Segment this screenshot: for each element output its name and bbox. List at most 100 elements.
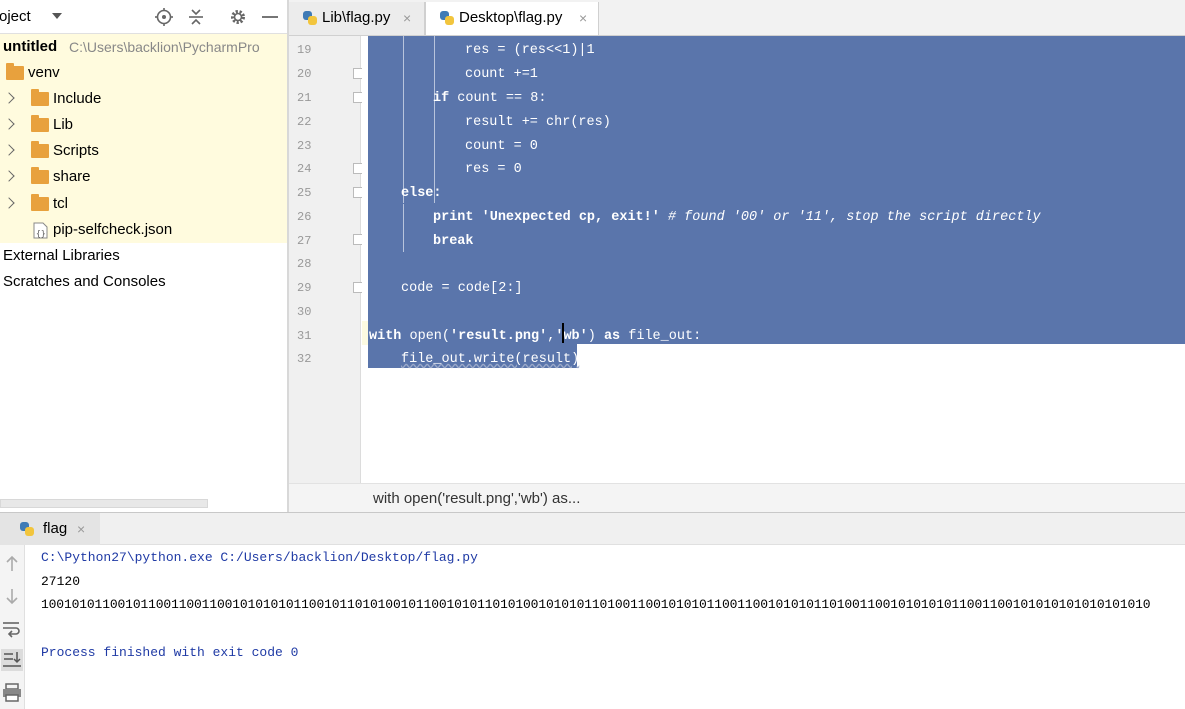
line-number: 28	[297, 257, 312, 271]
chevron-right-icon[interactable]	[3, 118, 15, 130]
tree-item-label: Scripts	[53, 142, 99, 159]
code-editor[interactable]: res = (res<<1)|1 count +=1 if count == 8…	[362, 36, 1185, 483]
string-literal: 'Unexpected cp, exit!'	[473, 210, 660, 225]
horizontal-scrollbar[interactable]	[0, 499, 208, 508]
chevron-right-icon[interactable]	[3, 197, 15, 209]
console-line: C:\Python27\python.exe C:/Users/backlion…	[41, 550, 478, 565]
code-line-27: break	[433, 234, 474, 249]
python-file-icon	[303, 11, 317, 25]
code-line-23: count = 0	[465, 139, 538, 154]
tab-lib-flag[interactable]: Lib\flag.py ×	[289, 2, 425, 35]
keyword: as	[603, 329, 621, 344]
tree-item-scripts[interactable]: Scripts	[0, 138, 287, 164]
editor-tabbar: Lib\flag.py × Desktop\flag.py ×	[289, 0, 1185, 36]
chevron-down-icon[interactable]	[52, 13, 62, 19]
python-file-icon	[440, 11, 454, 25]
code-text: count == 8:	[449, 91, 547, 106]
code-line-22: result += chr(res)	[465, 115, 611, 130]
indent-guide	[403, 36, 404, 203]
print-icon[interactable]	[1, 681, 23, 703]
tree-item-label: pip-selfcheck.json	[53, 221, 173, 238]
tree-item-label: Scratches and Consoles	[3, 273, 166, 290]
close-icon[interactable]: ×	[403, 2, 411, 34]
root-path: C:\Users\backlion\PycharmPro	[69, 39, 260, 55]
tree-item-include[interactable]: Include	[0, 86, 287, 112]
code-comment: # found '00' or '11', stop the script di…	[659, 210, 1041, 225]
arrow-up-icon[interactable]	[1, 553, 23, 575]
tab-label: Desktop\flag.py	[459, 9, 563, 26]
tree-item-label: venv	[28, 64, 60, 81]
tree-item-venv[interactable]: venv	[0, 60, 287, 86]
tree-item-tcl[interactable]: tcl	[0, 191, 287, 217]
tab-label: Lib\flag.py	[322, 9, 391, 26]
tree-item-lib[interactable]: Lib	[0, 112, 287, 138]
python-file-icon	[20, 522, 34, 536]
breadcrumb[interactable]: with open('result.png','wb') as...	[373, 490, 580, 507]
code-line-29: code = code[2:]	[401, 281, 523, 296]
folder-icon	[31, 115, 49, 132]
console-line: 1001010110010110011001100101010101100101…	[41, 597, 1151, 612]
keyword: print	[433, 210, 474, 225]
line-number-gutter: 19 20 21 22 23 24 25 26 27 28 29 30 31 3…	[289, 36, 364, 483]
code-line-20: count +=1	[465, 67, 538, 82]
line-number: 25	[297, 186, 312, 200]
project-tree: untitled C:\Users\backlion\PycharmPro ve…	[0, 34, 287, 512]
collapse-all-icon[interactable]	[186, 7, 206, 27]
locate-icon[interactable]	[154, 7, 174, 27]
tree-item-share[interactable]: share	[0, 164, 287, 190]
line-number: 30	[297, 305, 312, 319]
tree-item-pip-selfcheck[interactable]: {} pip-selfcheck.json	[0, 217, 287, 243]
indent-guide	[434, 36, 435, 203]
run-toolbar	[0, 545, 25, 709]
folder-icon	[31, 141, 49, 158]
close-icon[interactable]: ×	[579, 2, 587, 34]
line-number: 32	[297, 352, 312, 366]
code-text: )	[587, 329, 604, 344]
console-line: Process finished with exit code 0	[41, 645, 299, 660]
gear-icon[interactable]	[228, 7, 248, 27]
line-number: 24	[297, 162, 312, 176]
code-line-26: print 'Unexpected cp, exit!' # found '00…	[433, 206, 1041, 230]
indent-guide	[403, 204, 404, 252]
tree-item-label: tcl	[53, 195, 68, 212]
run-tool-header: flag ×	[0, 512, 1185, 545]
code-line-25: else:	[401, 186, 442, 201]
line-number: 21	[297, 91, 312, 105]
line-number: 27	[297, 234, 312, 248]
json-file-icon: {}	[33, 222, 48, 239]
text-cursor	[562, 323, 564, 343]
arrow-down-icon[interactable]	[1, 585, 23, 607]
breadcrumb-bar: with open('result.png','wb') as...	[289, 483, 1185, 512]
chevron-right-icon[interactable]	[3, 170, 15, 182]
chevron-right-icon[interactable]	[3, 92, 15, 104]
line-number: 26	[297, 210, 312, 224]
chevron-right-icon[interactable]	[3, 144, 15, 156]
tree-item-label: share	[53, 168, 91, 185]
string-literal: 'wb'	[555, 329, 588, 344]
code-line-31: with open('result.png','wb') as file_out…	[369, 325, 701, 349]
string-literal: 'result.png'	[450, 329, 548, 344]
root-name: untitled	[3, 38, 58, 55]
minimize-icon[interactable]	[260, 7, 280, 27]
tab-run-flag[interactable]: flag ×	[0, 513, 100, 545]
keyword: with	[369, 329, 402, 344]
tree-item-label: External Libraries	[3, 247, 120, 264]
folder-icon	[6, 63, 24, 80]
code-line-24: res = 0	[465, 162, 522, 177]
scroll-to-end-icon[interactable]	[1, 649, 23, 671]
code-line-19: res = (res<<1)|1	[465, 43, 595, 58]
close-icon[interactable]: ×	[77, 521, 85, 537]
tab-desktop-flag[interactable]: Desktop\flag.py ×	[425, 2, 599, 35]
project-panel-title[interactable]: roject	[0, 8, 31, 25]
tree-item-label: Include	[53, 90, 102, 107]
keyword: if	[433, 91, 450, 106]
run-tab-label: flag	[43, 520, 68, 537]
tree-item-label: Lib	[53, 116, 74, 133]
console-output[interactable]: C:\Python27\python.exe C:/Users/backlion…	[25, 545, 1185, 709]
code-text: open(	[401, 329, 451, 344]
project-panel-header: roject	[0, 0, 287, 34]
soft-wrap-icon[interactable]	[1, 617, 23, 639]
line-number: 19	[297, 43, 312, 57]
line-number: 20	[297, 67, 312, 81]
code-text: file_out:	[620, 329, 702, 344]
